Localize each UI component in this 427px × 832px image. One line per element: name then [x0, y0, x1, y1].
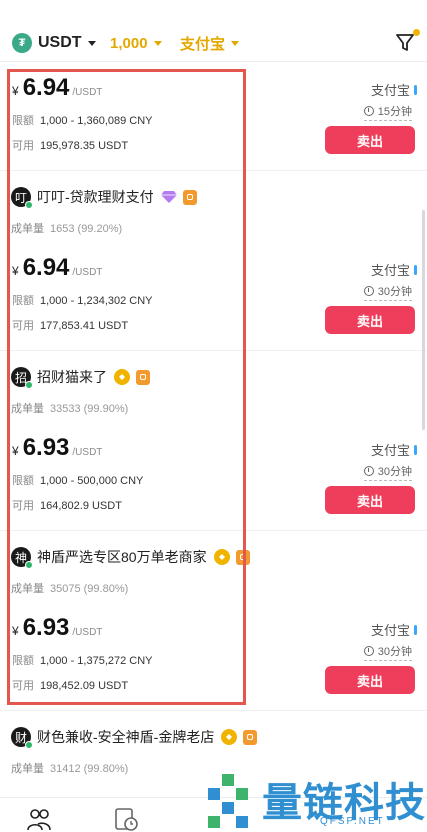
- available: 可用 198,452.09 USDT: [12, 680, 129, 692]
- offer-list[interactable]: ¥ 6.94 /USDT 限额 1,000 - 1,360,089 CNY 可用 1…: [0, 62, 427, 797]
- clock-icon: [363, 646, 374, 656]
- divider: [0, 710, 427, 711]
- online-dot: [25, 381, 33, 389]
- price: ¥ 6.94 /USDT: [12, 74, 103, 101]
- chevron-down-icon: [87, 40, 96, 46]
- sell-button[interactable]: 卖出: [325, 126, 415, 154]
- price-value: 6.94: [22, 254, 70, 281]
- available: 可用 177,853.41 USDT: [12, 320, 129, 332]
- avatar: 神: [11, 547, 33, 569]
- watermark-logo: 量链科技 QFSP.NET: [206, 770, 426, 832]
- completion-stats: 成单量 31412 (99.80%): [11, 763, 129, 775]
- price-value: 6.94: [22, 74, 70, 101]
- payment-selector[interactable]: 支付宝: [180, 31, 240, 55]
- online-dot: [25, 201, 33, 209]
- divider: [0, 350, 427, 351]
- clock-icon: [363, 286, 374, 296]
- clock-icon: [363, 106, 374, 116]
- merchant-name: 叮叮-贷款理财支付: [37, 189, 154, 205]
- available: 可用 164,802.9 USDT: [12, 500, 122, 512]
- notification-dot: [413, 29, 420, 36]
- amount-selector[interactable]: 1,000: [110, 31, 162, 55]
- alipay-indicator: [414, 84, 417, 95]
- payment-label: 支付宝: [180, 35, 226, 53]
- payment-time: 15分钟: [363, 103, 412, 121]
- coin-selector[interactable]: ₮ USDT: [12, 31, 96, 55]
- shield-icon: [235, 549, 250, 565]
- price-value: 6.93: [22, 614, 70, 641]
- users-icon[interactable]: [26, 806, 52, 832]
- divider: [0, 170, 427, 171]
- avatar: 招: [11, 367, 33, 389]
- payment-time: 30分钟: [363, 643, 412, 661]
- payment-method: 支付宝: [371, 260, 417, 279]
- merchant-header[interactable]: 叮 叮叮-贷款理财支付: [11, 186, 197, 209]
- logo-icon: [208, 774, 248, 828]
- completion-stats: 成单量 33533 (99.90%): [11, 403, 129, 415]
- limit: 限额 1,000 - 1,375,272 CNY: [12, 655, 153, 667]
- coin-icon: [213, 549, 230, 565]
- payment-time: 30分钟: [363, 283, 412, 301]
- available: 可用 195,978.35 USDT: [12, 140, 129, 152]
- sell-button[interactable]: 卖出: [325, 306, 415, 334]
- clock-icon: [363, 466, 374, 476]
- limit: 限额 1,000 - 500,000 CNY: [12, 475, 144, 487]
- divider: [0, 530, 427, 531]
- online-dot: [25, 741, 33, 749]
- limit: 限额 1,000 - 1,360,089 CNY: [12, 115, 153, 127]
- payment-method: 支付宝: [371, 80, 417, 99]
- diamond-icon: [160, 191, 177, 203]
- alipay-indicator: [414, 444, 417, 455]
- merchant-header[interactable]: 财 财色兼收-安全神盾-金牌老店: [11, 726, 258, 749]
- completion-stats: 成单量 35075 (99.80%): [11, 583, 129, 595]
- scrollbar[interactable]: [422, 210, 425, 430]
- watermark-subtext: QFSP.NET: [320, 816, 385, 827]
- sell-button[interactable]: 卖出: [325, 666, 415, 694]
- completion-stats: 成单量 1653 (99.20%): [11, 223, 123, 235]
- alipay-indicator: [414, 624, 417, 635]
- coin-icon: [114, 369, 130, 385]
- payment-method: 支付宝: [371, 440, 417, 459]
- merchant-header[interactable]: 招 招财猫来了: [11, 366, 150, 389]
- price-value: 6.93: [22, 434, 70, 461]
- price: ¥ 6.93 /USDT: [12, 614, 103, 641]
- avatar: 财: [11, 727, 33, 749]
- sell-button[interactable]: 卖出: [325, 486, 415, 514]
- orders-icon[interactable]: [113, 806, 139, 832]
- amount-label: 1,000: [110, 34, 148, 52]
- chevron-down-icon: [231, 40, 240, 46]
- shield-icon: [243, 729, 258, 745]
- avatar: 叮: [11, 187, 33, 209]
- filter-button[interactable]: [394, 29, 420, 55]
- merchant-name: 招财猫来了: [37, 369, 107, 385]
- shield-icon: [182, 189, 197, 205]
- merchant-header[interactable]: 神 神盾严选专区80万单老商家: [11, 546, 250, 569]
- merchant-name: 财色兼收-安全神盾-金牌老店: [37, 729, 215, 745]
- payment-time: 30分钟: [363, 463, 412, 481]
- merchant-name: 神盾严选专区80万单老商家: [37, 549, 207, 565]
- payment-method: 支付宝: [371, 620, 417, 639]
- online-dot: [25, 561, 33, 569]
- chevron-down-icon: [153, 40, 162, 46]
- price: ¥ 6.93 /USDT: [12, 434, 103, 461]
- coin-icon: [221, 729, 238, 745]
- limit: 限额 1,000 - 1,234,302 CNY: [12, 295, 153, 307]
- coin-label: USDT: [38, 34, 82, 51]
- tether-icon: ₮: [12, 33, 32, 53]
- filter-bar: ₮ USDT 1,000 支付宝: [0, 0, 427, 62]
- price: ¥ 6.94 /USDT: [12, 254, 103, 281]
- shield-icon: [136, 369, 150, 385]
- alipay-indicator: [414, 264, 417, 275]
